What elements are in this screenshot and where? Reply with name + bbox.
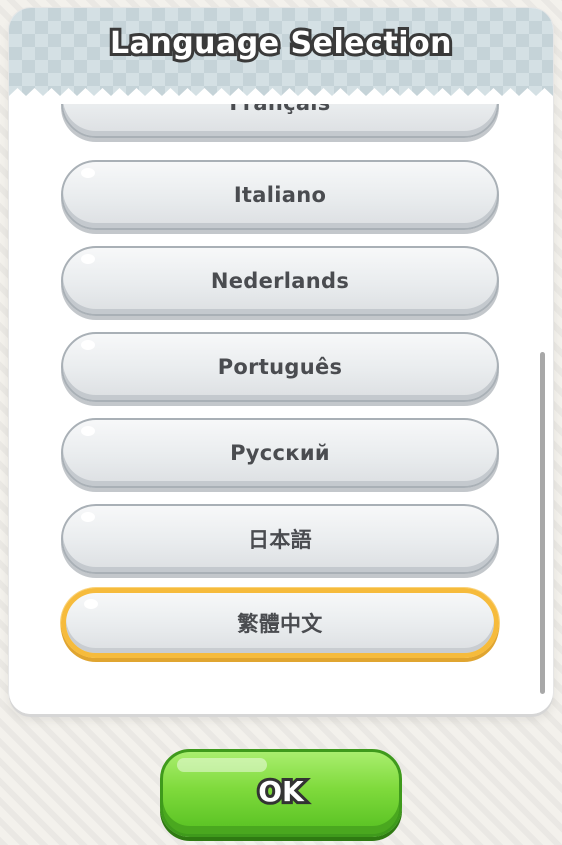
button-highlight xyxy=(81,512,95,522)
language-label: Português xyxy=(217,355,343,379)
dialog-title: Language Selection xyxy=(107,23,455,64)
dialog-header: Language Selection xyxy=(9,8,553,104)
language-option-portuguese[interactable]: Português xyxy=(61,332,499,402)
list-bottom-padding xyxy=(9,684,553,714)
language-label: Français xyxy=(229,104,330,115)
language-label: Русский xyxy=(230,441,330,465)
language-label: 日本語 xyxy=(248,528,312,552)
language-option-french[interactable]: Français xyxy=(61,104,499,138)
language-selection-dialog: Français Italiano Nederlands Português Р… xyxy=(9,8,553,714)
ok-button[interactable]: OK xyxy=(160,749,402,837)
language-label: Nederlands xyxy=(210,269,350,293)
ok-button-highlight xyxy=(177,758,267,772)
language-label: Italiano xyxy=(233,183,327,207)
button-highlight xyxy=(81,340,95,350)
ok-button-label: OK xyxy=(255,772,306,811)
language-option-traditional-chinese[interactable]: 繁體中文 xyxy=(61,588,499,658)
language-list[interactable]: Français Italiano Nederlands Português Р… xyxy=(9,104,553,696)
language-label: 繁體中文 xyxy=(237,612,323,636)
button-highlight xyxy=(81,426,95,436)
button-highlight xyxy=(81,254,95,264)
language-option-italian[interactable]: Italiano xyxy=(61,160,499,230)
header-zigzag-edge xyxy=(9,88,553,104)
button-highlight xyxy=(81,168,95,178)
language-option-dutch[interactable]: Nederlands xyxy=(61,246,499,316)
language-option-russian[interactable]: Русский xyxy=(61,418,499,488)
button-highlight xyxy=(84,599,98,609)
language-option-japanese[interactable]: 日本語 xyxy=(61,504,499,574)
list-scrollbar[interactable] xyxy=(540,352,545,694)
